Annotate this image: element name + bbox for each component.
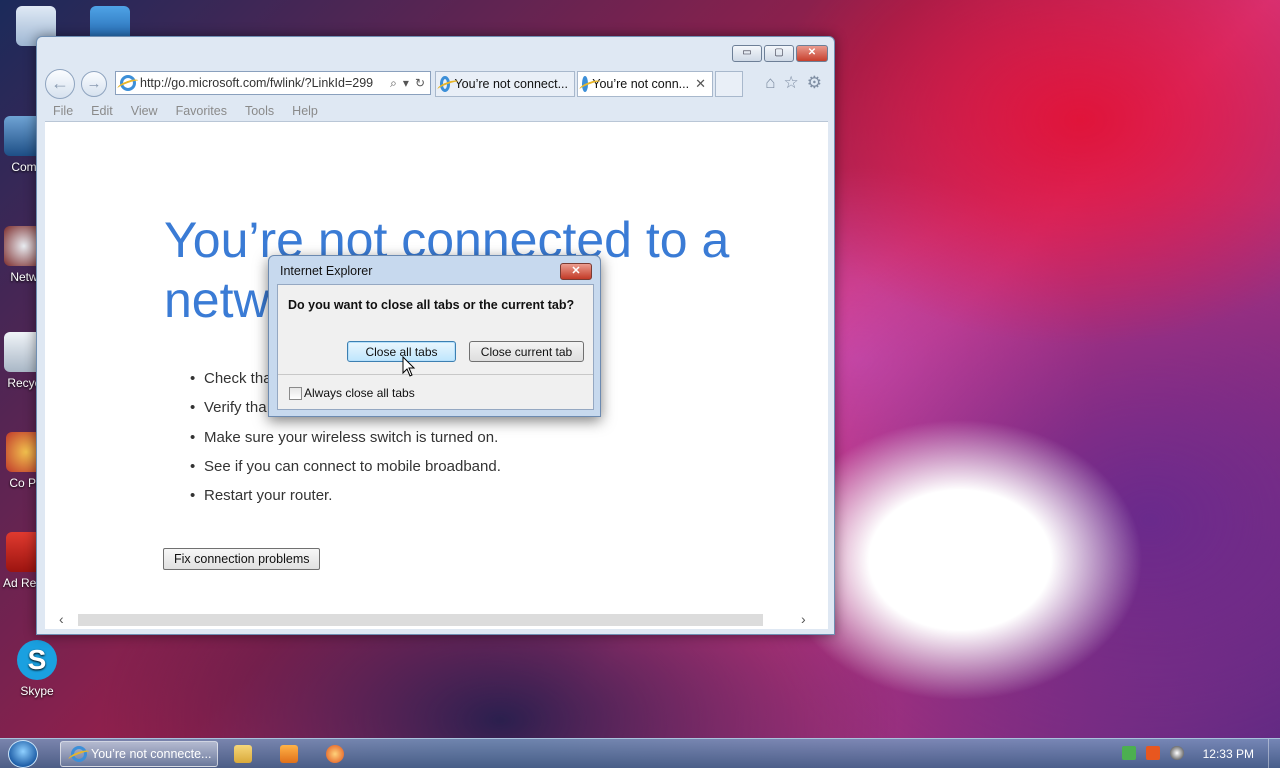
scroll-left-icon[interactable]: ‹	[59, 611, 64, 627]
navigation-bar: ← → http://go.microsoft.com/fwlink/?Link…	[45, 69, 826, 99]
minimize-button[interactable]: ▭	[732, 45, 762, 62]
close-current-tab-button[interactable]: Close current tab	[469, 341, 584, 362]
address-tools: ⌕ ▾ ↻	[390, 76, 430, 91]
ie-taskbar-icon	[71, 746, 87, 762]
list-item: See if you can connect to mobile broadba…	[190, 458, 501, 487]
scroll-right-icon[interactable]: ›	[801, 611, 806, 627]
dialog-question: Do you want to close all tabs or the cur…	[288, 298, 575, 312]
menu-bar: File Edit View Favorites Tools Help	[45, 101, 826, 121]
tab-2[interactable]: You’re not conn... ✕	[577, 71, 713, 97]
ie-tab-icon	[440, 76, 451, 92]
network-status-icon[interactable]	[1122, 746, 1136, 760]
volume-icon[interactable]	[1170, 746, 1184, 760]
dialog-body: Do you want to close all tabs or the cur…	[277, 284, 594, 410]
tools-gear-icon[interactable]: ⚙	[807, 73, 822, 93]
menu-tools[interactable]: Tools	[245, 104, 274, 118]
menu-file[interactable]: File	[53, 104, 73, 118]
dialog-title: Internet Explorer	[280, 264, 373, 278]
start-button[interactable]	[8, 740, 38, 768]
toolbar-icons: ⌂ ☆ ⚙	[765, 73, 822, 93]
home-icon[interactable]: ⌂	[765, 73, 775, 93]
dropdown-icon[interactable]: ▾	[403, 76, 409, 91]
explorer-folder-icon[interactable]	[234, 745, 252, 763]
horizontal-scrollbar[interactable]: ‹ ›	[45, 611, 828, 629]
caption-buttons: ▭ ▢ ✕	[732, 45, 828, 62]
menu-edit[interactable]: Edit	[91, 104, 113, 118]
tab-title: You’re not connect...	[454, 77, 568, 91]
dialog-close-button[interactable]: ✕	[560, 263, 592, 280]
always-close-checkbox[interactable]	[289, 387, 302, 400]
refresh-icon[interactable]: ↻	[415, 76, 425, 91]
tab-1[interactable]: You’re not connect...	[435, 71, 575, 97]
action-center-icon[interactable]	[1146, 746, 1160, 760]
system-tray	[1122, 746, 1184, 760]
tab-title: You’re not conn...	[592, 77, 690, 91]
taskbar-ie-button[interactable]: You’re not connecte...	[60, 741, 218, 767]
taskbar: You’re not connecte... 12:33 PM	[0, 738, 1280, 768]
search-icon[interactable]: ⌕	[390, 76, 397, 91]
always-close-label[interactable]: Always close all tabs	[304, 386, 415, 400]
dialog-divider	[278, 374, 593, 375]
favorites-star-icon[interactable]: ☆	[784, 73, 799, 93]
show-desktop-button[interactable]	[1268, 739, 1280, 768]
forward-button[interactable]: →	[81, 71, 107, 97]
menu-view[interactable]: View	[131, 104, 158, 118]
skype-icon: S	[17, 640, 57, 680]
close-tabs-dialog: Internet Explorer ✕ Do you want to close…	[268, 255, 601, 417]
desktop-icon-skype[interactable]: S Skype	[5, 640, 69, 698]
ie-page-icon	[120, 75, 136, 91]
ie-tab-icon	[582, 76, 589, 92]
address-text[interactable]: http://go.microsoft.com/fwlink/?LinkId=2…	[140, 76, 390, 90]
media-player-icon[interactable]	[280, 745, 298, 763]
scroll-thumb[interactable]	[78, 614, 763, 626]
maximize-button[interactable]: ▢	[764, 45, 794, 62]
window-close-button[interactable]: ✕	[796, 45, 828, 62]
fix-connection-button[interactable]: Fix connection problems	[163, 548, 321, 570]
clock[interactable]: 12:33 PM	[1203, 747, 1254, 761]
back-button[interactable]: ←	[45, 69, 75, 99]
tab-close-icon[interactable]: ✕	[695, 76, 706, 92]
address-bar[interactable]: http://go.microsoft.com/fwlink/?LinkId=2…	[115, 71, 431, 95]
list-item: Restart your router.	[190, 487, 501, 516]
mouse-cursor-icon	[402, 356, 416, 377]
paint-icon[interactable]	[326, 745, 344, 763]
menu-help[interactable]: Help	[292, 104, 318, 118]
menu-favorites[interactable]: Favorites	[176, 104, 227, 118]
list-item: Make sure your wireless switch is turned…	[190, 429, 501, 458]
new-tab-button[interactable]	[715, 71, 743, 97]
